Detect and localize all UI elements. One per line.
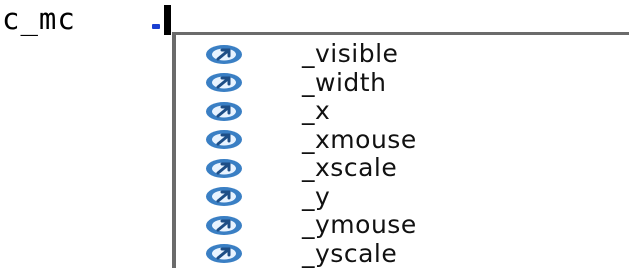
text-caret [164, 5, 171, 35]
completion-item-label: _yscale [302, 238, 398, 268]
member-access-dot [152, 24, 160, 29]
completion-item-xmouse[interactable]: _xmouse [204, 124, 624, 155]
property-icon [204, 157, 244, 180]
completion-item-yscale[interactable]: _yscale [204, 238, 624, 268]
completion-item-y[interactable]: _y [204, 181, 624, 212]
completion-item-label: _visible [302, 39, 399, 69]
completion-item-x[interactable]: _x [204, 97, 624, 126]
property-icon [204, 214, 244, 237]
property-icon [204, 185, 244, 208]
completion-item-label: _width [302, 67, 387, 97]
completion-item-xscale[interactable]: _xscale [204, 154, 624, 183]
completion-item-label: _x [302, 96, 331, 126]
completion-item-visible[interactable]: _visible [204, 40, 624, 69]
property-icon [204, 100, 244, 123]
property-icon [204, 128, 244, 151]
property-icon [204, 242, 244, 265]
code-completion-popup[interactable]: _visible _width _x _xmouse _xscale _y _y… [172, 32, 629, 268]
property-icon [204, 43, 244, 66]
completion-list[interactable]: _visible _width _x _xmouse _xscale _y _y… [204, 40, 624, 268]
completion-item-label: _xmouse [302, 124, 417, 154]
property-icon [204, 71, 244, 94]
completion-item-label: _ymouse [302, 210, 417, 240]
code-identifier: c_mc [2, 2, 76, 36]
completion-item-ymouse[interactable]: _ymouse [204, 211, 624, 240]
completion-item-width[interactable]: _width [204, 67, 624, 98]
completion-item-label: _xscale [302, 153, 398, 183]
completion-item-label: _y [302, 181, 331, 211]
